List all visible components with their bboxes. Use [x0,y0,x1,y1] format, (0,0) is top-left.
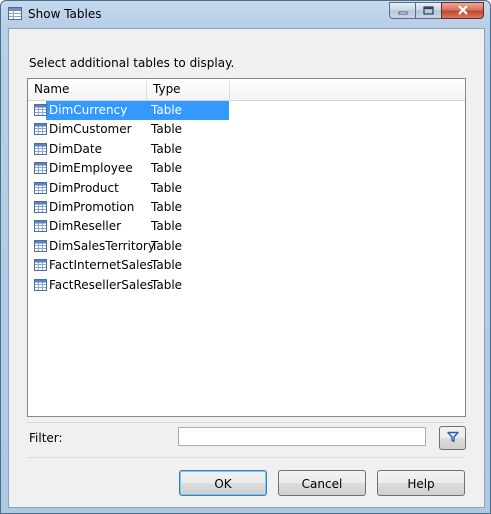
table-name: DimCustomer [49,122,132,137]
table-type: Table [151,180,183,195]
list-header: Name Type [28,79,465,101]
filter-input[interactable] [178,427,426,446]
table-type: Table [151,238,183,253]
show-tables-icon [8,7,22,20]
close-icon [457,4,469,18]
divider [27,457,464,458]
table-name: DimPromotion [49,199,135,214]
table-row[interactable]: FactInternetSales Table [28,256,465,275]
column-header-type[interactable]: Type [147,79,230,100]
minimize-icon [398,4,408,18]
ok-button[interactable]: OK [179,470,267,496]
table-type: Table [151,122,183,137]
table-type: Table [151,161,183,176]
table-name: FactInternetSales [49,258,154,273]
title-bar[interactable]: Show Tables [1,1,490,27]
table-name: DimReseller [49,219,122,234]
table-type: Table [151,277,183,292]
instruction-text: Select additional tables to display. [29,56,235,70]
table-row[interactable]: DimCustomer Table [28,120,465,139]
table-row[interactable]: DimCurrency Table [28,101,465,120]
cancel-button[interactable]: Cancel [278,470,366,496]
help-button[interactable]: Help [377,470,465,496]
table-type: Table [151,219,183,234]
table-name: DimEmployee [49,161,133,176]
table-type: Table [151,103,183,117]
table-row[interactable]: DimReseller Table [28,217,465,236]
table-type: Table [151,199,183,214]
table-row[interactable]: DimDate Table [28,140,465,159]
window-title: Show Tables [28,7,102,21]
table-name: FactResellerSales [49,277,154,292]
tables-list[interactable]: Name Type DimCurrency Table DimCustomer Tab… [27,78,466,417]
table-name: DimProduct [49,180,119,195]
table-name: DimDate [49,141,102,156]
column-header-name[interactable]: Name [28,79,147,100]
caption-buttons [389,2,484,20]
maximize-button[interactable] [415,2,441,19]
table-row[interactable]: DimProduct Table [28,179,465,198]
table-name: DimSalesTerritory [49,238,155,253]
funnel-icon [446,431,459,446]
show-tables-dialog: Show Tables Select additional tables to … [0,0,491,514]
filter-label: Filter: [29,431,63,445]
table-row[interactable]: DimPromotion Table [28,198,465,217]
table-row[interactable]: DimSalesTerritory Table [28,237,465,256]
table-type: Table [151,258,183,273]
divider [27,422,464,423]
close-button[interactable] [441,2,484,19]
table-row[interactable]: FactResellerSales Table [28,276,465,295]
table-name: DimCurrency [49,103,128,117]
table-row[interactable]: DimEmployee Table [28,159,465,178]
minimize-button[interactable] [389,2,415,19]
filter-button[interactable] [439,426,466,450]
list-rows: DimCurrency Table DimCustomer Table DimDate T… [28,101,465,295]
maximize-icon [423,4,434,18]
table-type: Table [151,141,183,156]
dialog-body: Select additional tables to display. Nam… [8,28,485,508]
